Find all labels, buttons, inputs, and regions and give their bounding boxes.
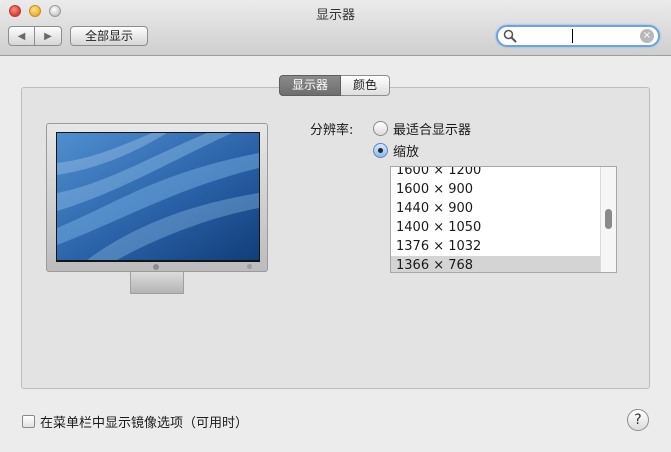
tab-display[interactable]: 显示器: [279, 75, 342, 96]
window-title: 显示器: [315, 8, 355, 23]
tab-color[interactable]: 颜色: [341, 75, 391, 96]
forward-button[interactable]: ▶: [35, 27, 61, 45]
resolution-list[interactable]: 1600 × 1200 1600 × 900 1440 × 900 1400 × 10…: [390, 166, 617, 273]
resolution-list-item[interactable]: 1376 × 1032: [391, 237, 601, 256]
search-field[interactable]: ×: [496, 25, 660, 47]
tab-bar: 显示器 颜色: [279, 75, 391, 96]
resolution-list-item[interactable]: 1400 × 1050: [391, 218, 601, 237]
mirror-option[interactable]: 在菜单栏中显示镜像选项（可用时）: [22, 412, 248, 431]
help-button[interactable]: ?: [627, 409, 649, 431]
wallpaper-image: [57, 133, 259, 260]
radio-scaled[interactable]: 缩放: [373, 141, 419, 160]
list-scrollbar[interactable]: [600, 167, 616, 272]
show-all-button[interactable]: 全部显示: [70, 26, 148, 46]
back-arrow-icon: ◀: [17, 30, 26, 42]
mirror-option-label: 在菜单栏中显示镜像选项（可用时）: [40, 416, 249, 431]
resolution-list-item[interactable]: 1440 × 900: [391, 199, 601, 218]
forward-arrow-icon: ▶: [44, 30, 52, 42]
monitor-screen: [57, 133, 259, 260]
text-caret: [572, 29, 573, 43]
radio-scaled-label: 缩放: [393, 145, 420, 160]
back-button[interactable]: ◀: [9, 27, 35, 45]
resolution-list-item[interactable]: 1600 × 900: [391, 180, 601, 199]
monitor-stand: [130, 272, 184, 294]
monitor-illustration: [46, 123, 268, 272]
radio-button-selected[interactable]: [373, 143, 388, 158]
title-bar: 显示器 ◀ ▶ 全部显示 ×: [0, 0, 671, 56]
scroll-thumb[interactable]: [605, 209, 612, 229]
power-indicator-icon: [247, 264, 252, 269]
clear-search-icon[interactable]: ×: [640, 29, 654, 43]
back-forward-control: ◀ ▶: [8, 26, 62, 46]
monitor-bezel: [56, 132, 260, 262]
mirror-checkbox[interactable]: [22, 415, 35, 428]
search-icon: [503, 29, 517, 43]
radio-button[interactable]: [373, 121, 388, 136]
resolution-rows: 1600 × 1200 1600 × 900 1440 × 900 1400 × 10…: [391, 167, 601, 272]
resolution-list-item[interactable]: 1600 × 1200: [391, 167, 601, 180]
apple-logo-icon: [153, 264, 159, 270]
resolution-list-item[interactable]: 1366 × 768: [391, 256, 601, 272]
radio-best-label: 最适合显示器: [393, 123, 472, 138]
resolution-label: 分辨率:: [310, 123, 354, 138]
radio-best-for-display[interactable]: 最适合显示器: [373, 119, 471, 138]
